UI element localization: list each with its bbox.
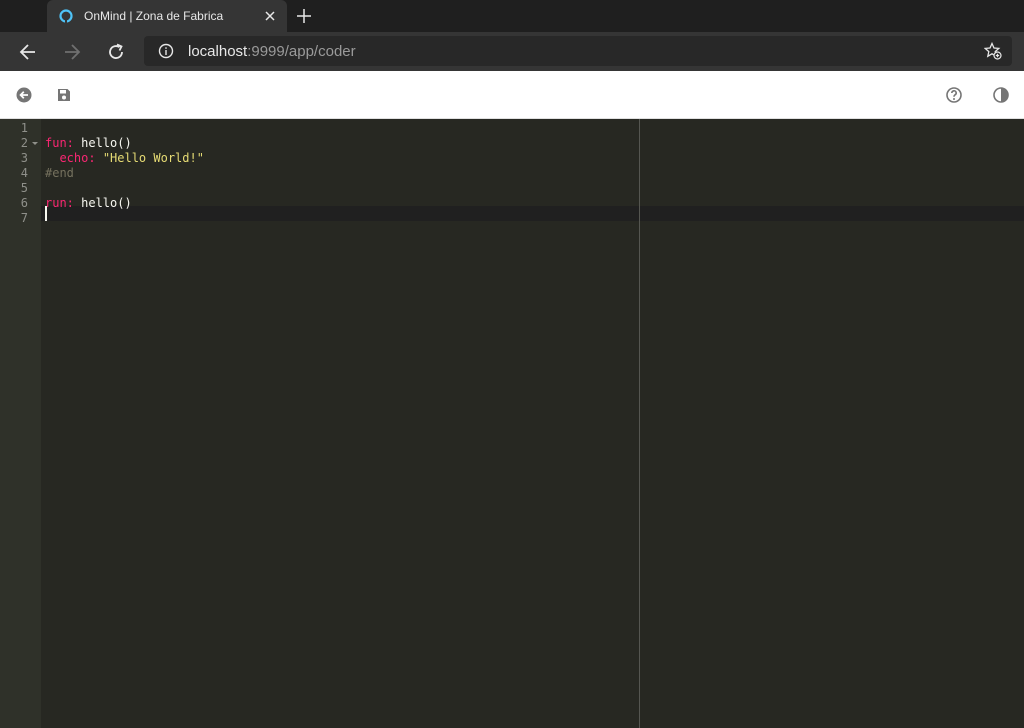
line-number: 5 (20, 181, 28, 195)
url-text: localhost:9999/app/coder (188, 43, 356, 60)
line-number: 3 (20, 151, 28, 165)
line-number: 1 (20, 121, 28, 135)
text-token: hello() (73, 196, 132, 210)
address-bar[interactable]: localhost:9999/app/coder (144, 36, 1012, 66)
text-cursor (45, 206, 47, 221)
code-line: #end (45, 166, 74, 181)
line-number: 4 (20, 166, 28, 180)
code-line: fun: hello() (45, 136, 132, 151)
url-path: :9999/app/coder (247, 43, 356, 60)
app-toolbar (0, 71, 1024, 119)
url-host: localhost (188, 43, 248, 60)
code-line: run: hello() (45, 196, 132, 211)
line-number: 2 (20, 136, 28, 150)
active-line-highlight (41, 206, 1024, 221)
back-circle-icon[interactable] (15, 86, 33, 104)
keyword-token: run: (45, 196, 74, 210)
site-info-icon[interactable] (158, 43, 174, 59)
keyword-token: echo: (45, 151, 96, 165)
browser-tab[interactable]: OnMind | Zona de Fabrica (47, 0, 287, 32)
fold-arrow-icon[interactable] (32, 136, 38, 151)
print-margin (639, 119, 640, 728)
browser-navbar: localhost:9999/app/coder (0, 32, 1024, 71)
tab-title: OnMind | Zona de Fabrica (84, 9, 224, 23)
help-icon[interactable] (945, 86, 963, 104)
onmind-favicon-icon (59, 9, 73, 23)
new-tab-icon[interactable] (296, 8, 312, 24)
text-token: hello() (73, 136, 132, 150)
comment-token: #end (45, 166, 74, 180)
save-icon[interactable] (55, 86, 73, 104)
bookmark-star-icon[interactable] (984, 42, 1002, 60)
line-number-gutter: 1234567 (0, 119, 41, 728)
theme-contrast-icon[interactable] (992, 86, 1010, 104)
line-number: 7 (20, 211, 28, 225)
forward-arrow-icon[interactable] (62, 42, 82, 62)
line-number: 6 (20, 196, 28, 210)
back-arrow-icon[interactable] (18, 42, 38, 62)
keyword-token: fun: (45, 136, 74, 150)
string-token: "Hello World!" (102, 151, 204, 165)
reload-icon[interactable] (106, 42, 126, 62)
browser-tab-strip: OnMind | Zona de Fabrica (0, 0, 1024, 32)
code-editor[interactable]: 1234567 fun: hello() echo: "Hello World!… (0, 119, 1024, 728)
code-line: echo: "Hello World!" (45, 151, 204, 166)
close-tab-icon[interactable] (263, 9, 277, 23)
